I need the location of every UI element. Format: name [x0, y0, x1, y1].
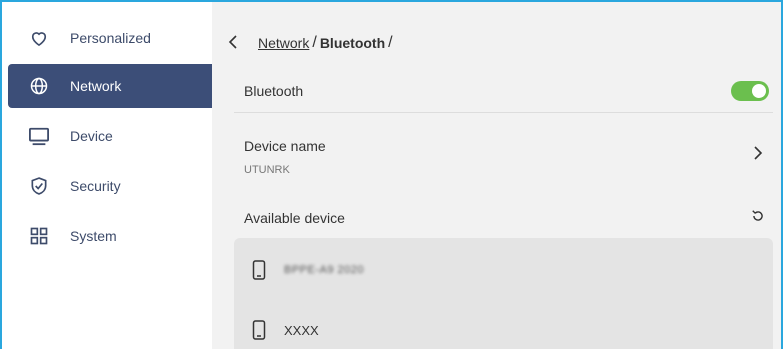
sidebar-item-label: Personalized	[70, 30, 151, 46]
breadcrumb-current: Bluetooth	[319, 35, 386, 51]
breadcrumb: Network / Bluetooth /	[228, 34, 396, 52]
breadcrumb-trailing-separator: /	[388, 34, 393, 51]
toggle-knob	[752, 84, 766, 98]
bluetooth-label: Bluetooth	[244, 83, 304, 99]
settings-window: Personalized Network Device Security Sys	[0, 0, 783, 349]
back-chevron-icon[interactable]	[228, 34, 242, 52]
available-device-list: BPPE-A9 2020 XXXX	[234, 238, 773, 349]
device-name: XXXX	[284, 322, 319, 338]
sidebar-item-label: Device	[70, 128, 113, 144]
bluetooth-toggle[interactable]	[731, 81, 769, 101]
device-name: BPPE-A9 2020	[284, 264, 364, 276]
breadcrumb-network-link[interactable]: Network	[258, 35, 309, 51]
divider	[234, 112, 773, 113]
monitor-icon	[28, 125, 50, 147]
phone-icon	[252, 320, 266, 340]
available-device-label: Available device	[244, 210, 345, 226]
sidebar-item-label: Network	[70, 78, 122, 94]
breadcrumb-separator: /	[312, 34, 317, 51]
sidebar-item-label: Security	[70, 178, 121, 194]
chevron-right-icon[interactable]	[753, 145, 763, 166]
refresh-icon[interactable]	[751, 209, 765, 228]
device-name-label[interactable]: Device name	[244, 138, 326, 154]
device-list-item[interactable]: XXXX	[234, 308, 773, 349]
sidebar-item-label: System	[70, 228, 117, 244]
sidebar-item-system[interactable]: System	[8, 214, 212, 258]
main-panel: Network / Bluetooth / Bluetooth Device n…	[212, 2, 781, 349]
heart-icon	[28, 27, 50, 49]
globe-icon	[28, 75, 50, 97]
sidebar-item-device[interactable]: Device	[8, 114, 212, 158]
sidebar-item-personalized[interactable]: Personalized	[8, 16, 212, 60]
sidebar: Personalized Network Device Security Sys	[2, 2, 212, 349]
phone-icon	[252, 260, 266, 280]
sidebar-item-security[interactable]: Security	[8, 164, 212, 208]
shield-check-icon	[28, 175, 50, 197]
device-list-item[interactable]: BPPE-A9 2020	[234, 248, 773, 292]
device-name-value: UTUNRK	[244, 164, 290, 176]
sidebar-item-network[interactable]: Network	[8, 64, 212, 108]
grid-icon	[28, 225, 50, 247]
